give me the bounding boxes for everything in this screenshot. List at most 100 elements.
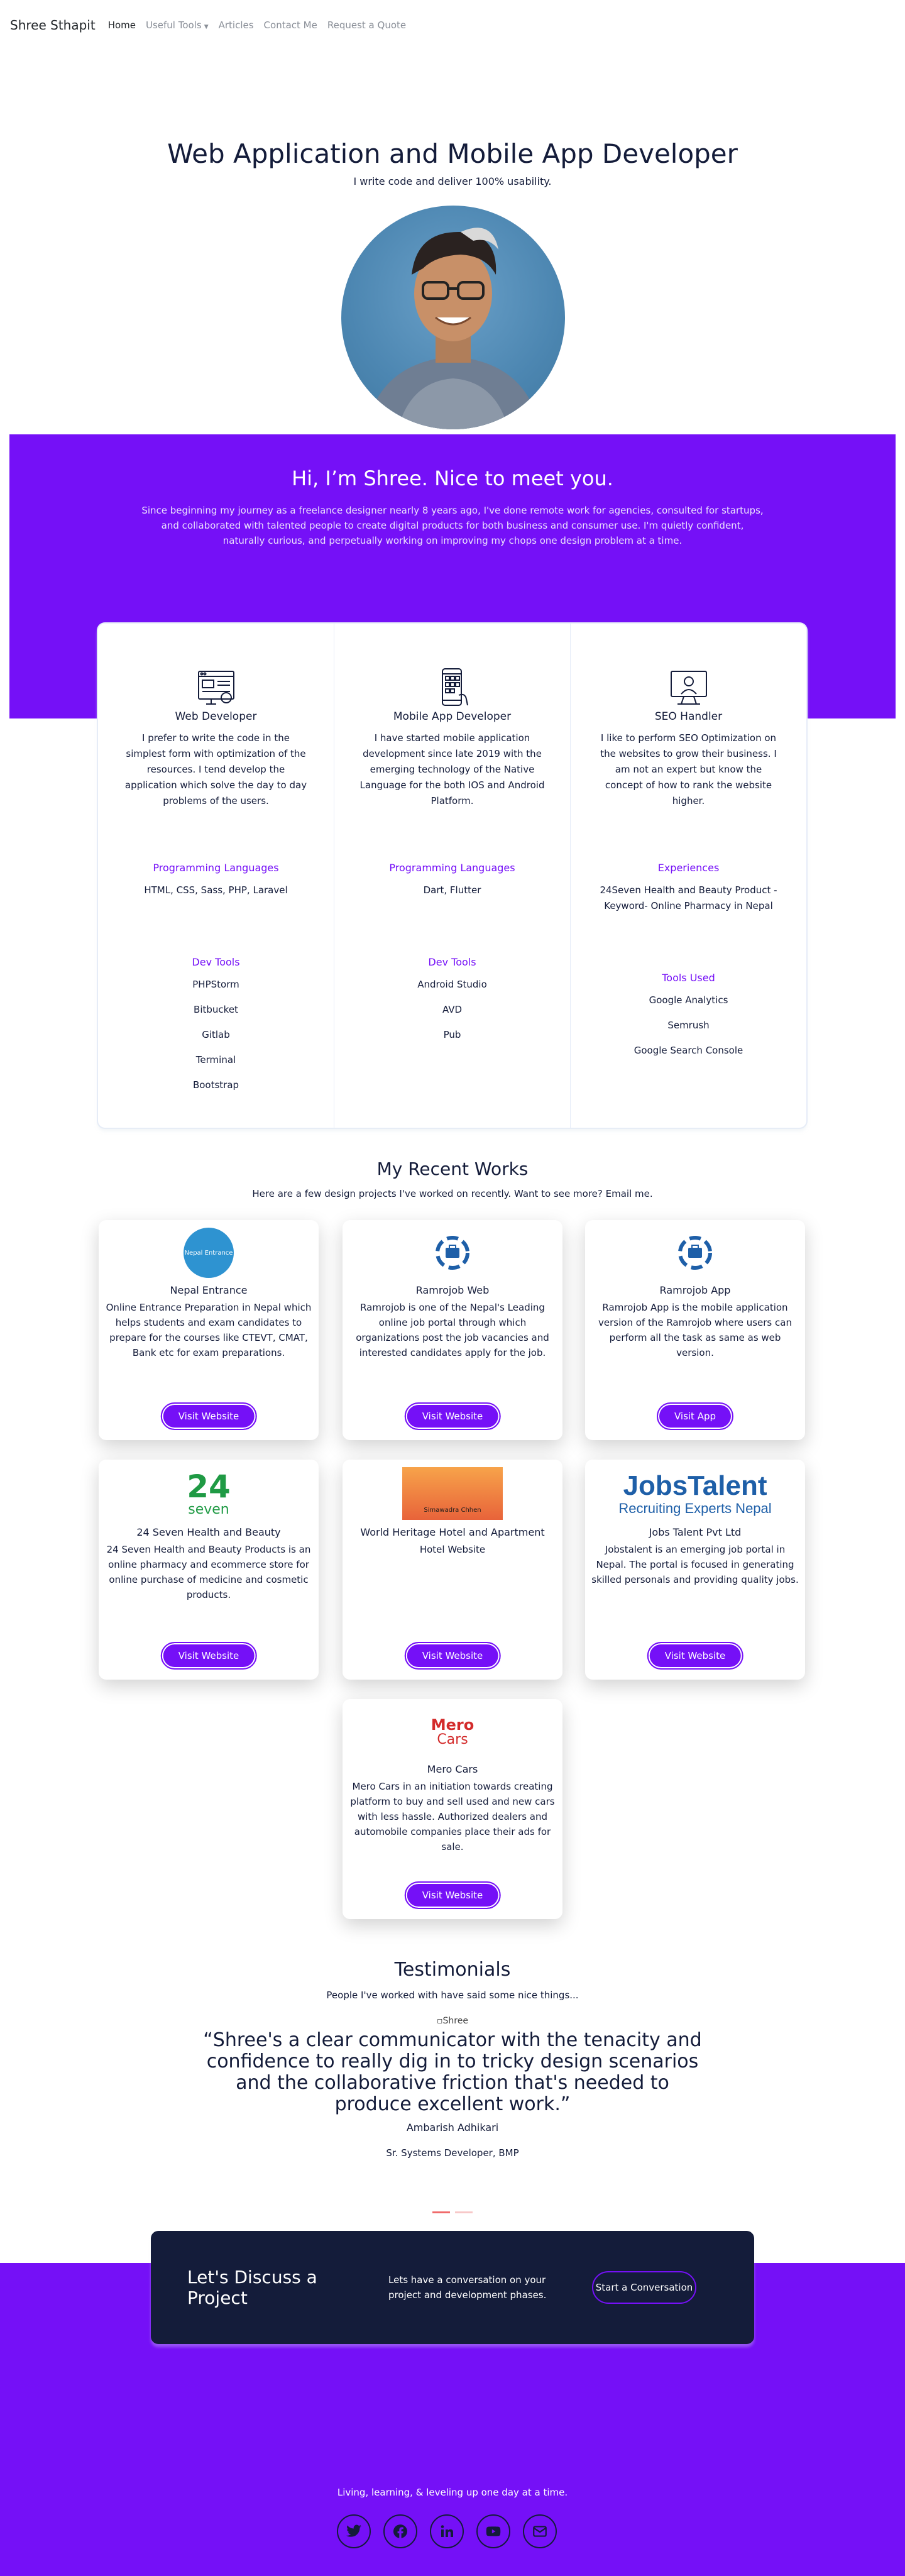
skill-languages: HTML, CSS, Sass, PHP, Laravel — [144, 884, 288, 896]
work-card: JobsTalent Recruiting Experts Nepal Jobs… — [585, 1460, 805, 1680]
visit-app-button[interactable]: Visit App — [656, 1402, 734, 1430]
hero: Web Application and Mobile App Developer… — [0, 138, 905, 187]
skill-title: Mobile App Developer — [393, 710, 512, 723]
social-links — [337, 2514, 557, 2548]
work-description: Ramrojob is one of the Nepal's Leading o… — [356, 1302, 549, 1358]
skill-title: Web Developer — [175, 710, 257, 723]
skill-tool: Terminal — [195, 1054, 236, 1065]
skill-tool: Bootstrap — [192, 1079, 239, 1091]
ramrojob-logo — [427, 1228, 478, 1278]
skill-title: SEO Handler — [654, 710, 723, 723]
web-developer-icon — [196, 668, 236, 708]
visit-website-button[interactable]: Visit Website — [404, 1881, 501, 1909]
skill-languages: Dart, Flutter — [423, 884, 481, 896]
skill-tool: Semrush — [667, 1020, 710, 1031]
testimonials: Testimonials People I've worked with hav… — [0, 1959, 905, 2159]
nepal-entrance-logo-text: Nepal Entrance — [184, 1249, 233, 1257]
testimonials-subtitle: People I've worked with have said some n… — [326, 1990, 579, 2001]
skill-tool: Bitbucket — [194, 1004, 238, 1015]
visit-website-button[interactable]: Visit Website — [404, 1402, 501, 1430]
skill-tool: AVD — [442, 1004, 463, 1015]
nav-request-quote[interactable]: Request a Quote — [327, 19, 406, 31]
work-title: Ramrojob Web — [415, 1284, 490, 1296]
nav-useful-tools[interactable]: Useful Tools ▼ — [146, 19, 209, 31]
intro: Hi, I’m Shree. Nice to meet you. Since b… — [0, 466, 905, 548]
mobile-developer-icon — [432, 668, 473, 708]
testimonial-quote: “Shree's a clear communicator with the t… — [203, 2029, 702, 2115]
nepal-entrance-logo: Nepal Entrance — [184, 1228, 234, 1278]
nav-home[interactable]: Home — [108, 19, 136, 31]
skill-description: I prefer to write the code in the simple… — [124, 732, 307, 806]
works-header: My Recent Works Here are a few design pr… — [0, 1159, 905, 1199]
jobstalent-logo-tagline: Recruiting Experts Nepal — [618, 1500, 772, 1516]
hero-title: Web Application and Mobile App Developer — [167, 138, 738, 169]
start-conversation-button[interactable]: Start a Conversation — [592, 2271, 696, 2304]
cta-title: Let's Discuss a Project — [187, 2267, 317, 2308]
skill-column-mobile: Mobile App Developer I have started mobi… — [334, 624, 571, 1128]
mero-cars-logo: Mero Cars — [343, 1707, 562, 1757]
skills-card: Web Developer I prefer to write the code… — [97, 623, 807, 1128]
work-card: Simawadra Chhen World Heritage Hotel and… — [343, 1460, 562, 1680]
twitter-icon[interactable] — [337, 2514, 371, 2548]
works-subtitle: Here are a few design projects I've work… — [252, 1188, 653, 1199]
nav-articles[interactable]: Articles — [219, 19, 254, 31]
carousel-dot[interactable] — [455, 2211, 473, 2213]
work-card: 24 seven 24 Seven Health and Beauty 24 S… — [99, 1460, 319, 1680]
testimonial-image-alt: Shree — [442, 2016, 468, 2026]
facebook-icon[interactable] — [383, 2514, 417, 2548]
work-card: Nepal Entrance Nepal Entrance Online Ent… — [99, 1220, 319, 1440]
visit-website-button[interactable]: Visit Website — [160, 1642, 257, 1670]
ramrojob-logo — [670, 1228, 720, 1278]
work-title: Jobs Talent Pvt Ltd — [649, 1526, 742, 1538]
work-description: Online Entrance Preparation in Nepal whi… — [106, 1302, 312, 1358]
mero-cars-logo-word1: Mero — [431, 1716, 474, 1734]
skill-subheading: Dev Tools — [192, 956, 240, 968]
linkedin-icon[interactable] — [430, 2514, 464, 2548]
24seven-logo-number: 24 — [187, 1468, 231, 1505]
cta-banner: Let's Discuss a Project Lets have a conv… — [151, 2231, 754, 2344]
skill-subheading: Experiences — [657, 862, 720, 874]
skill-column-seo: SEO Handler I like to perform SEO Optimi… — [571, 624, 806, 1128]
visit-website-button[interactable]: Visit Website — [647, 1642, 743, 1670]
carousel-dot[interactable] — [432, 2211, 450, 2213]
intro-text: Since beginning my journey as a freelanc… — [141, 505, 764, 546]
skill-tools-list: Google Analytics Semrush Google Search C… — [596, 993, 781, 1059]
brand-logo[interactable]: Shree Sthapit — [10, 18, 96, 33]
work-description: Hotel Website — [419, 1544, 486, 1555]
testimonial-image: ▫Shree — [0, 2016, 905, 2026]
footer-tagline: Living, learning, & leveling up one day … — [337, 2487, 568, 2498]
24seven-logo: 24 seven — [99, 1467, 319, 1520]
visit-website-button[interactable]: Visit Website — [404, 1642, 501, 1670]
world-heritage-logo-text: Simawadra Chhen — [424, 1507, 481, 1514]
email-icon[interactable] — [523, 2514, 557, 2548]
work-description: Mero Cars in an initiation towards creat… — [350, 1781, 555, 1852]
works-title: My Recent Works — [376, 1159, 529, 1179]
work-title: Ramrojob App — [659, 1284, 731, 1296]
work-title: Nepal Entrance — [170, 1284, 248, 1296]
visit-website-button[interactable]: Visit Website — [160, 1402, 257, 1430]
intro-title: Hi, I’m Shree. Nice to meet you. — [292, 466, 613, 490]
youtube-icon[interactable] — [476, 2514, 510, 2548]
jobstalent-logo-name: JobsTalent — [623, 1470, 767, 1501]
work-title: 24 Seven Health and Beauty — [136, 1526, 281, 1538]
work-description: Jobstalent is an emerging job portal in … — [591, 1544, 799, 1585]
work-title: Mero Cars — [427, 1763, 478, 1775]
avatar-illustration — [366, 228, 540, 429]
mero-cars-logo-word2: Cars — [437, 1732, 468, 1748]
cta-description: Lets have a conversation on your project… — [388, 2274, 547, 2301]
hero-tagline: I write code and deliver 100% usability. — [353, 175, 552, 187]
work-description: 24 Seven Health and Beauty Products is a… — [106, 1544, 311, 1600]
skill-tool: Google Analytics — [649, 994, 728, 1006]
nav-contact[interactable]: Contact Me — [264, 19, 317, 31]
work-card: Ramrojob Web Ramrojob is one of the Nepa… — [343, 1220, 562, 1440]
skill-tool: Gitlab — [202, 1029, 230, 1040]
skill-tools-list: Android Studio AVD Pub — [359, 977, 545, 1043]
skill-column-web: Web Developer I prefer to write the code… — [98, 624, 334, 1128]
testimonial-role: Sr. Systems Developer, BMP — [386, 2147, 519, 2159]
skill-subheading: Dev Tools — [428, 956, 476, 968]
work-card: Mero Cars Mero Cars Mero Cars in an init… — [343, 1699, 562, 1919]
avatar — [341, 206, 565, 429]
skill-tool: Google Search Console — [634, 1045, 743, 1056]
skill-tool: Pub — [443, 1029, 461, 1040]
skill-subheading: Tools Used — [662, 972, 715, 984]
